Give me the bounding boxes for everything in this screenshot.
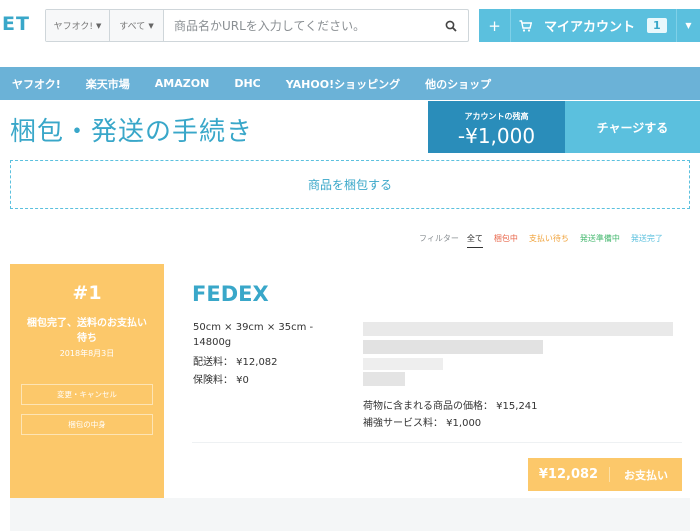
carrier-name: FEDEX (192, 282, 269, 306)
chevron-down-icon: ▼ (685, 21, 692, 30)
plus-icon: + (488, 16, 501, 35)
search-icon (445, 20, 457, 32)
cart-count-badge: 1 (647, 18, 667, 33)
logo[interactable]: ET (2, 13, 30, 35)
pay-button[interactable]: ¥12,082 お支払い (528, 458, 682, 491)
status-filter: フィルター 全て 梱包中 支払い待ち 発送準備中 発送完了 (419, 233, 663, 249)
filter-packing[interactable]: 梱包中 (494, 233, 518, 247)
shop-nav: ヤフオク! 楽天市場 AMAZON DHC YAHOO!ショッピング 他のショッ… (0, 67, 700, 100)
nav-item-yahoo-shopping[interactable]: YAHOO!ショッピング (286, 76, 400, 92)
filter-shipped[interactable]: 発送完了 (631, 233, 663, 247)
account-bar: + マイアカウント 1 ▼ (479, 9, 700, 42)
filter-awaiting-payment[interactable]: 支払い待ち (529, 233, 569, 247)
nav-item-dhc[interactable]: DHC (234, 77, 260, 90)
pack-items-button[interactable]: 商品を梱包する (10, 160, 690, 209)
header: ET ヤフオク! ▼ すべて ▼ + マイアカウント (0, 0, 700, 52)
order-status-panel: #1 梱包完了、送料のお支払い待ち 2018年8月3日 変更・キャンセル 梱包の… (10, 264, 164, 498)
my-account-button[interactable]: マイアカウント 1 (511, 9, 676, 42)
filter-preparing-shipment[interactable]: 発送準備中 (580, 233, 620, 247)
search-button[interactable] (434, 10, 468, 41)
add-button[interactable]: + (479, 9, 511, 42)
balance-label: アカウントの残高 (464, 112, 529, 121)
insurance-fee: 保険料： ¥0 (193, 375, 249, 386)
filter-label: フィルター (419, 234, 459, 243)
next-order-strip (10, 498, 690, 531)
change-cancel-button[interactable]: 変更・キャンセル (21, 384, 153, 405)
nav-item-amazon[interactable]: AMAZON (155, 77, 210, 90)
site-select-label: ヤフオク! (53, 22, 94, 32)
charge-button[interactable]: チャージする (565, 101, 700, 153)
package-contents-button[interactable]: 梱包の中身 (21, 414, 153, 435)
balance-amount: -¥1,000 (457, 124, 536, 148)
site-select[interactable]: ヤフオク! ▼ (46, 10, 110, 41)
item-value: 荷物に含まれる商品の価格： ¥15,241 (363, 401, 538, 412)
order-date: 2018年8月3日 (59, 349, 115, 358)
order-card: #1 梱包完了、送料のお支払い待ち 2018年8月3日 変更・キャンセル 梱包の… (10, 264, 690, 504)
divider (192, 442, 682, 443)
category-select-label: すべて (119, 22, 146, 32)
category-select[interactable]: すべて ▼ (110, 10, 164, 41)
search-bar: ヤフオク! ▼ すべて ▼ (45, 9, 469, 42)
nav-item-other-shops[interactable]: 他のショップ (425, 76, 491, 92)
filter-all[interactable]: 全て (466, 233, 483, 248)
search-input[interactable] (164, 10, 434, 41)
pay-label: お支払い (624, 468, 668, 482)
shipping-fee: 配送料： ¥12,082 (193, 357, 278, 368)
nav-item-yahoo-auction[interactable]: ヤフオク! (12, 76, 61, 92)
my-account-label: マイアカウント (544, 20, 636, 35)
cart-icon (519, 19, 532, 32)
order-number: #1 (72, 282, 102, 304)
chevron-down-icon: ▼ (96, 21, 102, 30)
package-dimensions: 50cm × 39cm × 35cm - 14800g (193, 322, 314, 348)
account-balance: アカウントの残高 -¥1,000 (428, 101, 565, 153)
account-dropdown-toggle[interactable]: ▼ (676, 9, 700, 42)
order-status: 梱包完了、送料のお支払い待ち (27, 318, 147, 344)
pay-amount: ¥12,082 (528, 467, 610, 482)
reinforcement-fee: 補強サービス料： ¥1,000 (363, 418, 482, 429)
chevron-down-icon: ▼ (148, 21, 154, 30)
page-title: 梱包・発送の手続き (10, 117, 254, 147)
nav-item-rakuten[interactable]: 楽天市場 (86, 76, 130, 92)
